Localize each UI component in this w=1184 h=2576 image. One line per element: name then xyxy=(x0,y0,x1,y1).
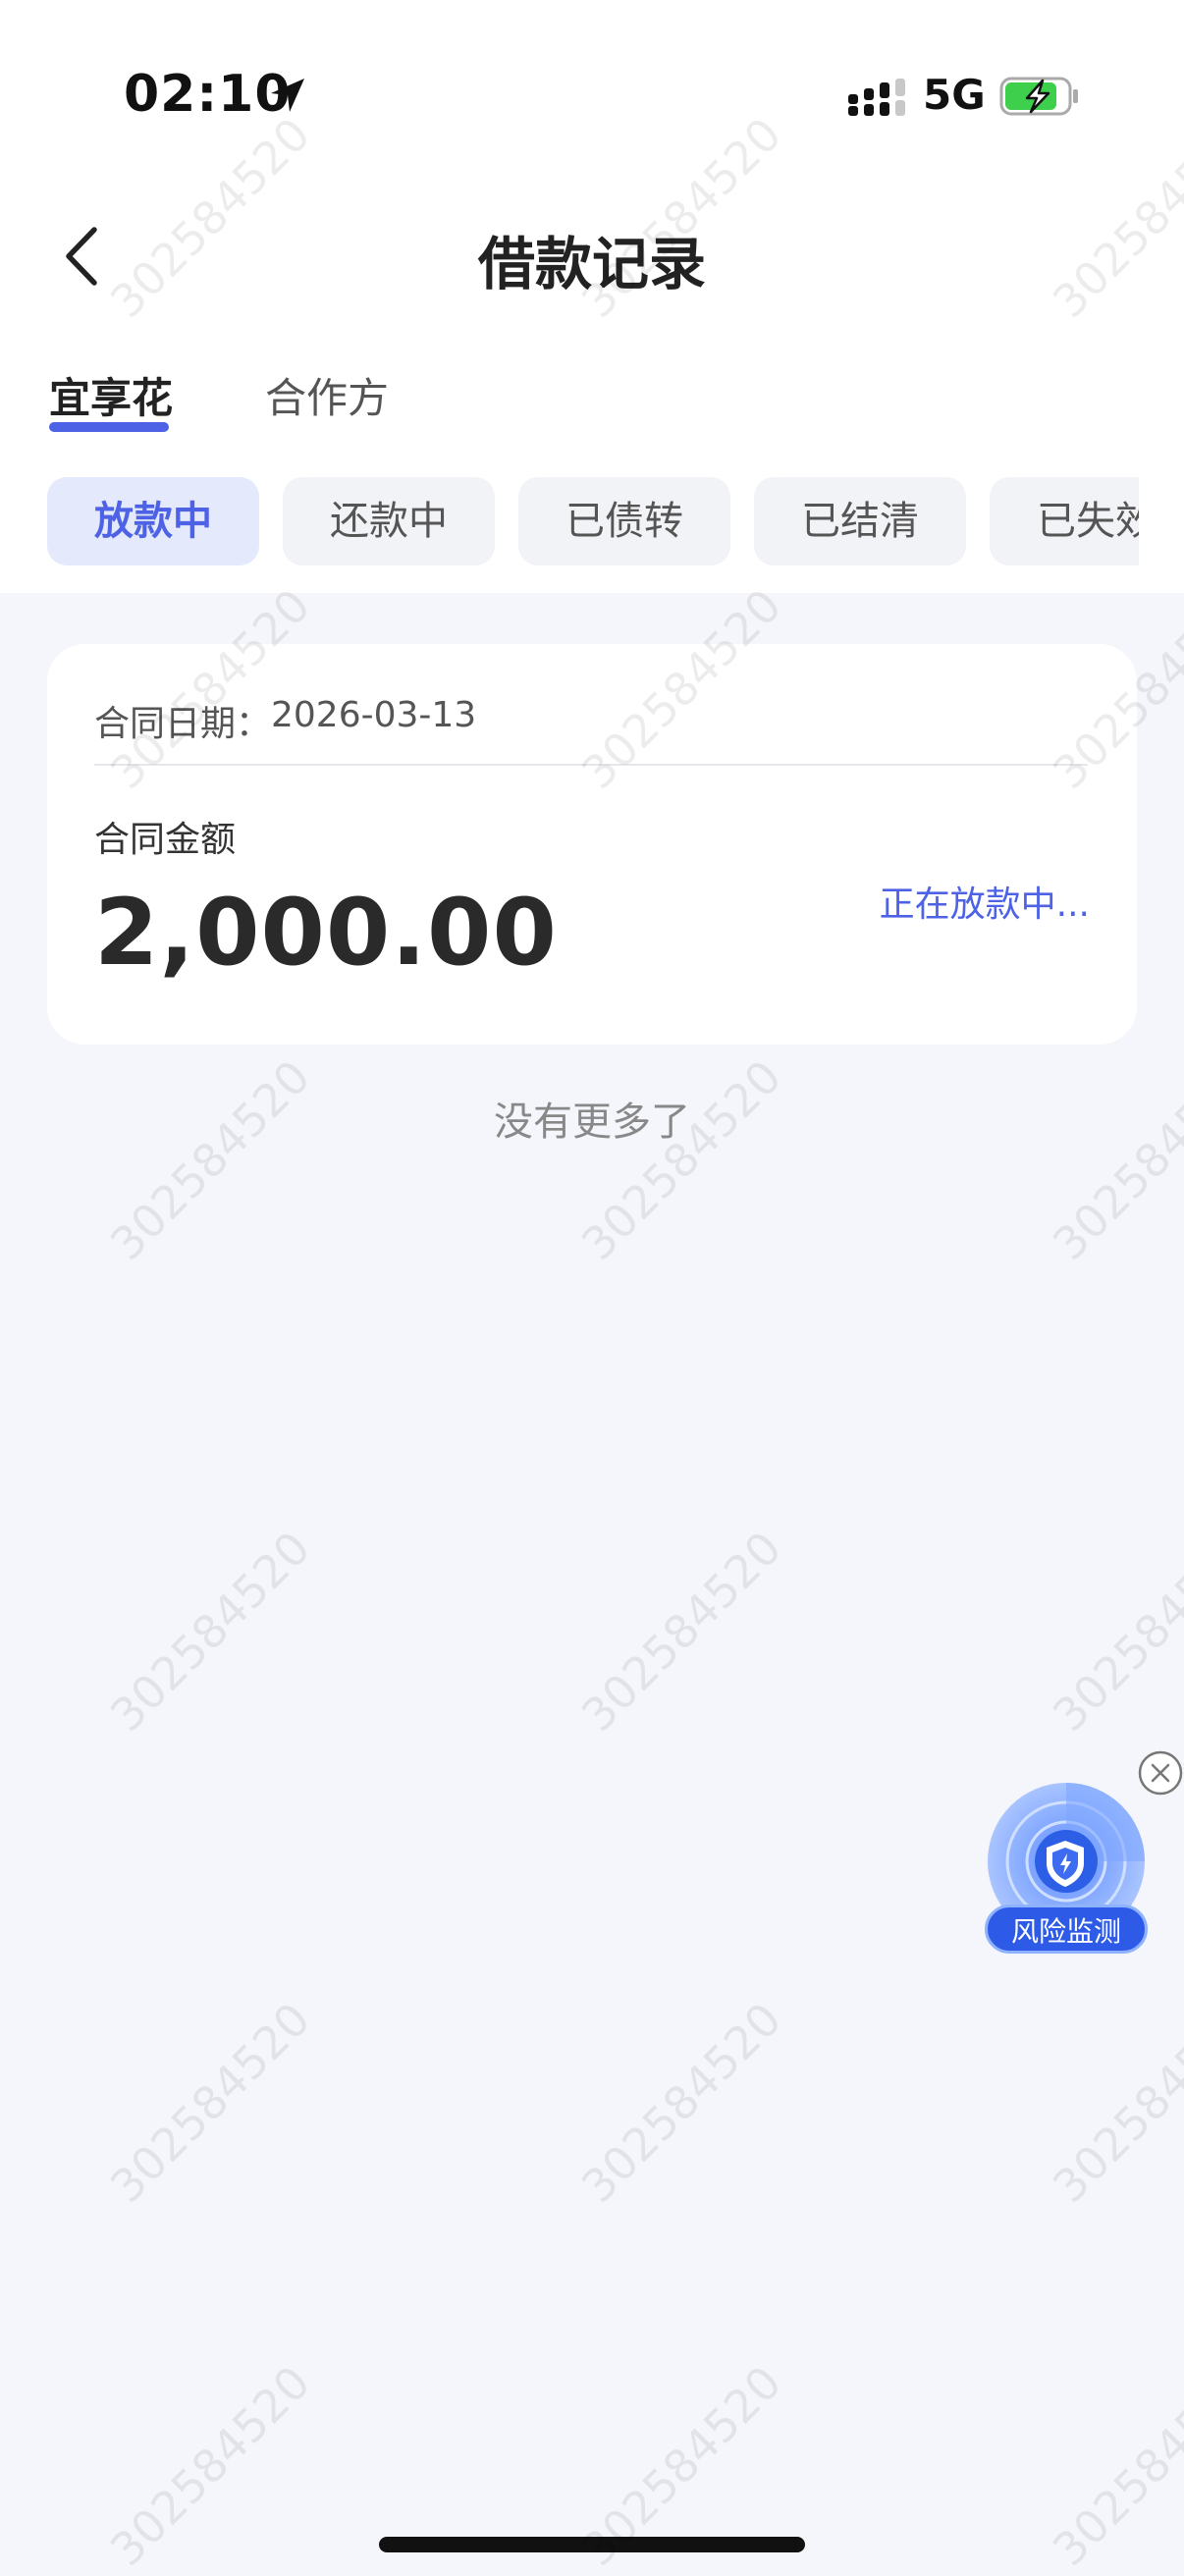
watermark-text: 302584520 xyxy=(1042,1992,1184,2213)
filter-repaying[interactable]: 还款中 xyxy=(283,477,495,565)
contract-amount-value: 2,000.00 xyxy=(94,880,558,987)
filter-disbursing[interactable]: 放款中 xyxy=(47,477,259,565)
filter-expired[interactable]: 已失效 xyxy=(990,477,1139,565)
watermark-text: 302584520 xyxy=(570,1992,792,2213)
status-filter-row: 放款中 还款中 已债转 已结清 已失效 xyxy=(0,475,1139,565)
loan-record-card[interactable]: 合同日期： 2026-03-13 合同金额 2,000.00 正在放款中... xyxy=(47,644,1137,1045)
contract-date-label: 合同日期： xyxy=(94,704,272,744)
battery-charging-icon xyxy=(999,77,1078,116)
risk-monitor-label[interactable]: 风险监测 xyxy=(985,1905,1148,1954)
close-float-icon[interactable] xyxy=(1137,1749,1184,1797)
network-label: 5G xyxy=(923,71,986,119)
filter-settled[interactable]: 已结清 xyxy=(754,477,966,565)
watermark-text: 302584520 xyxy=(99,1992,321,2213)
location-arrow-icon xyxy=(271,79,304,112)
page-title: 借款记录 xyxy=(477,231,706,297)
status-time: 02:10 xyxy=(124,65,292,124)
tab-yixianghua[interactable]: 宜享花 xyxy=(49,365,173,425)
card-divider xyxy=(94,764,1088,766)
home-indicator xyxy=(379,2537,805,2552)
watermark-text: 302584520 xyxy=(570,1521,792,1742)
watermark-text: 302584520 xyxy=(99,1049,321,1270)
signal-icon xyxy=(848,79,905,116)
watermark-text: 302584520 xyxy=(1042,1521,1184,1742)
watermark-text: 302584520 xyxy=(99,2355,321,2576)
watermark-text: 302584520 xyxy=(570,1049,792,1270)
watermark-text: 302584520 xyxy=(99,1521,321,1742)
tab-partner[interactable]: 合作方 xyxy=(265,365,389,425)
contract-amount-label: 合同金额 xyxy=(94,820,237,860)
contract-date-value: 2026-03-13 xyxy=(271,695,477,735)
list-end-text: 没有更多了 xyxy=(494,1100,690,1145)
shield-icon xyxy=(1047,1841,1084,1887)
filter-debt-transferred[interactable]: 已债转 xyxy=(518,477,730,565)
tab-active-indicator xyxy=(49,422,169,432)
loan-status-text: 正在放款中... xyxy=(879,885,1090,925)
watermark-text: 302584520 xyxy=(1042,2355,1184,2576)
watermark-text: 302584520 xyxy=(1042,1049,1184,1270)
